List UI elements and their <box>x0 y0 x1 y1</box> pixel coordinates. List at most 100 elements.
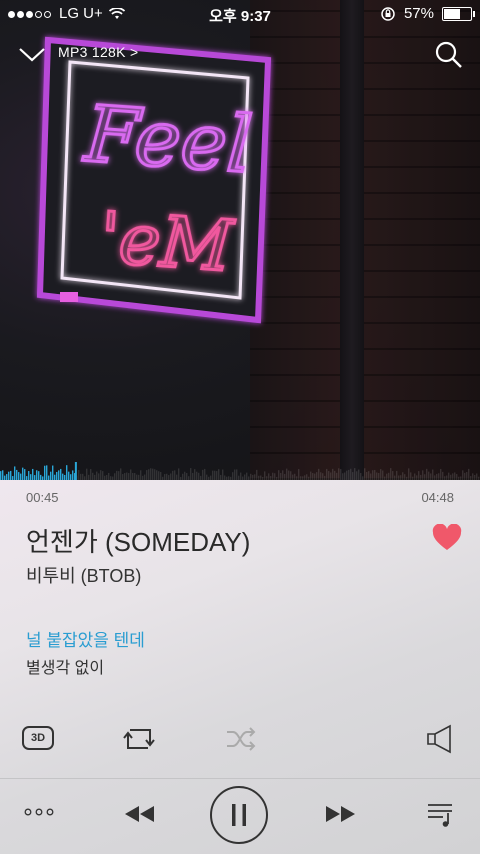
waveform-bar-remaining <box>282 470 284 480</box>
waveform-bar-remaining <box>442 471 444 480</box>
waveform-bar-remaining <box>440 468 442 480</box>
waveform-bar-remaining <box>310 471 312 480</box>
waveform-bar-remaining <box>428 471 430 480</box>
waveform-bar-remaining <box>366 472 368 480</box>
waveform-bar-played <box>20 473 22 480</box>
total-duration: 04:48 <box>421 490 454 505</box>
neon-sign: Feel 'eM <box>36 36 272 324</box>
more-icon[interactable] <box>24 806 54 818</box>
waveform-bar-remaining <box>438 473 440 480</box>
waveform-bar-remaining <box>274 473 276 480</box>
waveform-bar-played <box>62 473 64 480</box>
song-title: 언젠가 (SOMEDAY) <box>26 527 251 557</box>
waveform-bar-remaining <box>470 476 472 480</box>
battery-percent: 57% <box>403 5 434 22</box>
shuffle-icon[interactable] <box>224 724 258 754</box>
waveform-bar-remaining <box>86 468 88 480</box>
waveform-bar-remaining <box>352 472 354 480</box>
waveform-bar-remaining <box>414 473 416 480</box>
pause-button[interactable] <box>210 786 268 844</box>
waveform-bar-remaining <box>426 468 428 480</box>
divider <box>0 778 480 779</box>
waveform-bar-remaining <box>330 472 332 480</box>
waveform-bar-remaining <box>402 472 404 480</box>
waveform-bar-remaining <box>168 475 170 480</box>
waveform-bar-remaining <box>306 474 308 480</box>
waveform-bar-remaining <box>320 472 322 480</box>
waveform-bar-remaining <box>232 472 234 480</box>
waveform-bar-remaining <box>304 475 306 480</box>
artist-name[interactable]: 비투비 (BTOB) <box>26 562 141 588</box>
waveform-bar-remaining <box>350 468 352 480</box>
waveform-bar-played <box>42 476 44 480</box>
waveform-bar-played <box>58 470 60 480</box>
lyric-current-line[interactable]: 널 붙잡았을 텐데 <box>26 626 145 651</box>
waveform-bar-remaining <box>272 472 274 480</box>
waveform-bar-remaining <box>364 468 366 480</box>
waveform-bar-played <box>54 474 56 480</box>
waveform-bar-remaining <box>114 473 116 480</box>
waveform-bar-remaining <box>148 469 150 480</box>
waveform-bar-remaining <box>218 469 220 480</box>
waveform-bar-remaining <box>258 475 260 480</box>
status-bar: LG U+ 오후 9:37 57% <box>0 0 480 28</box>
waveform-bar-played <box>16 469 18 480</box>
waveform-bar-remaining <box>314 473 316 480</box>
waveform-bar-remaining <box>244 474 246 480</box>
waveform-bar-remaining <box>144 474 146 480</box>
waveform-bar-played <box>10 470 12 480</box>
waveform-bar-remaining <box>454 472 456 480</box>
waveform-bar-remaining <box>130 469 132 480</box>
waveform-bar-remaining <box>436 473 438 480</box>
3d-effect-button[interactable]: 3D <box>22 726 54 750</box>
waveform-bar-remaining <box>212 470 214 480</box>
waveform-bar-remaining <box>80 473 82 480</box>
waveform-bar-remaining <box>422 470 424 480</box>
quality-selector[interactable]: MP3 128K > <box>58 44 138 60</box>
repeat-icon[interactable] <box>122 724 156 754</box>
waveform-bar-remaining <box>280 472 282 480</box>
fast-forward-icon[interactable] <box>324 802 358 826</box>
waveform-bar-remaining <box>256 469 258 480</box>
waveform-bar-played <box>68 471 70 480</box>
sign-text-bottom: 'eM <box>97 197 237 288</box>
pause-icon <box>232 804 246 826</box>
waveform-bar-remaining <box>196 471 198 480</box>
waveform-bar-played <box>66 465 68 480</box>
waveform-bar-remaining <box>174 470 176 480</box>
waveform-bar-remaining <box>128 473 130 480</box>
waveform-bar-remaining <box>370 473 372 480</box>
chevron-down-icon[interactable] <box>18 44 46 64</box>
waveform-bar-remaining <box>468 468 470 480</box>
progress-waveform[interactable] <box>0 458 480 480</box>
waveform-bar-remaining <box>166 473 168 480</box>
waveform-bar-remaining <box>116 470 118 480</box>
waveform-bar-remaining <box>410 472 412 480</box>
waveform-bar-played <box>12 476 14 480</box>
speaker-icon[interactable] <box>424 724 458 754</box>
waveform-bar-remaining <box>418 471 420 480</box>
lyric-next-line[interactable]: 별생각 없이 <box>26 654 104 678</box>
waveform-bar-remaining <box>292 474 294 480</box>
playlist-icon[interactable] <box>426 800 456 828</box>
waveform-bar-remaining <box>124 473 126 480</box>
waveform-bar-remaining <box>250 473 252 480</box>
waveform-bar-remaining <box>242 476 244 480</box>
waveform-bar-remaining <box>214 470 216 480</box>
waveform-bar-played <box>30 474 32 480</box>
waveform-bar-remaining <box>180 476 182 480</box>
waveform-bar-remaining <box>300 476 302 480</box>
waveform-bar-remaining <box>254 474 256 480</box>
waveform-bar-remaining <box>446 475 448 480</box>
waveform-bar-remaining <box>194 469 196 480</box>
search-icon[interactable] <box>434 40 464 70</box>
heart-icon[interactable] <box>432 524 462 552</box>
waveform-bar-remaining <box>206 474 208 480</box>
waveform-bar-played <box>24 469 26 480</box>
waveform-bar-remaining <box>478 476 480 480</box>
waveform-bar-remaining <box>162 476 164 480</box>
waveform-bar-remaining <box>472 473 474 480</box>
rewind-icon[interactable] <box>122 802 156 826</box>
playhead[interactable] <box>74 462 77 480</box>
waveform-bar-remaining <box>248 476 250 480</box>
